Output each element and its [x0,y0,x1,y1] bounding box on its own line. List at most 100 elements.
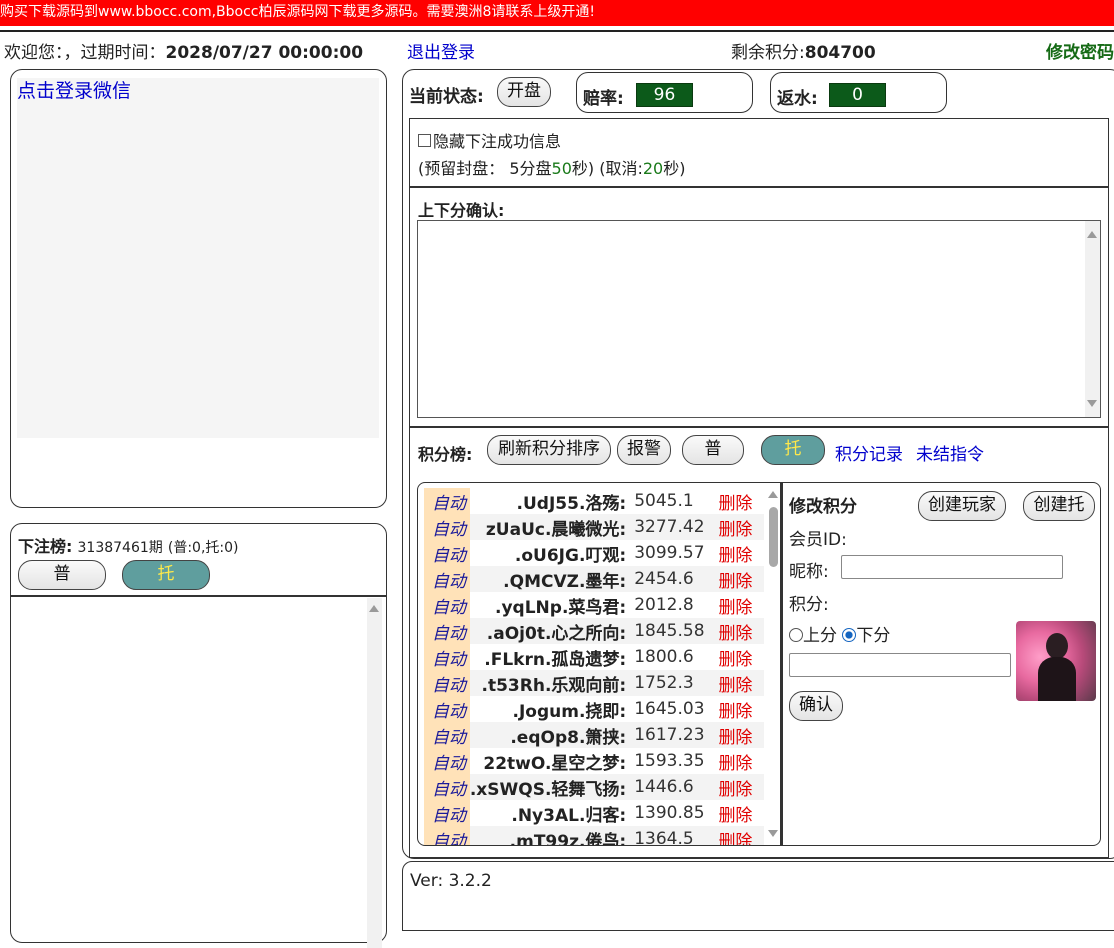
change-password-link[interactable]: 修改密码 [1046,38,1114,63]
logout-link[interactable]: 退出登录 [407,38,475,63]
up-down-options: 上分 下分 [789,621,890,646]
row-delete-link[interactable]: 删除 [718,566,764,592]
alarm-button[interactable]: 报警 [617,435,671,465]
row-mode[interactable]: 自动 [424,800,470,826]
row-player-name: .QMCVZ.墨年: [469,566,627,592]
member-id-label: 会员ID: [789,530,847,550]
up-radio[interactable] [789,628,803,642]
row-mode[interactable]: 自动 [424,618,470,644]
points-record-link[interactable]: 积分记录 [835,440,903,465]
row-player-name: .Ny3AL.归客: [511,805,627,826]
down-radio[interactable] [842,628,857,642]
bets-scrollbar[interactable] [367,598,382,948]
row-player-name: .FLkrn.孤岛遗梦: [484,649,627,670]
bets-normal-button[interactable]: 普 [18,560,106,590]
row-mode[interactable]: 自动 [424,592,470,618]
row-player-name: zUaUc.晨曦微光: [469,514,627,540]
options-divider [409,186,1109,188]
scroll-up-icon[interactable] [1087,231,1097,238]
odds-value[interactable]: 96 [636,83,696,107]
row-player-name: .eqOp8.箫挟: [469,722,627,748]
row-mode[interactable]: 自动 [424,748,470,774]
scroll-down-icon[interactable] [1087,400,1097,407]
version-panel: Ver: 3.2.2 [402,861,1114,931]
row-mode[interactable]: 自动 [424,696,470,722]
row-player-name: .yqLNp.菜鸟君: [495,597,627,618]
points-label: 积分: [789,595,829,615]
row-mode[interactable]: 自动 [424,774,470,800]
row-delete-link[interactable]: 删除 [718,722,764,748]
status-label: 当前状态: [409,87,484,107]
pending-orders-link[interactable]: 未结指令 [916,440,984,465]
rebate-label: 返水: [777,89,818,109]
table-row: 自动 .eqOp8.箫挟: 1617.23 删除 [424,722,764,748]
row-mode[interactable]: 自动 [424,826,470,845]
row-delete-link[interactable]: 删除 [718,618,764,644]
points-input[interactable] [789,653,1011,677]
confirm-scrollbar[interactable] [1085,221,1100,417]
row-delete-link[interactable]: 删除 [718,644,764,670]
reserve-mid: 5分盘 [509,159,552,178]
cancel-seconds: 20 [642,159,664,178]
row-mode[interactable]: 自动 [424,566,470,592]
row-delete-link[interactable]: 删除 [718,592,764,618]
row-mode[interactable]: 自动 [424,514,470,540]
row-mode[interactable]: 自动 [424,488,470,514]
table-row: 自动 .FLkrn.孤岛遗梦: 1800.6 删除 [424,644,764,670]
row-delete-link[interactable]: 删除 [718,488,764,514]
ranking-scrollbar[interactable] [766,483,780,845]
row-delete-link[interactable]: 删除 [718,826,764,845]
row-mode[interactable]: 自动 [424,722,470,748]
row-score: 1845.58 [626,618,719,644]
scroll-down-icon[interactable] [768,830,778,837]
scroll-thumb[interactable] [769,507,778,567]
down-label: 下分 [856,626,891,646]
wechat-login-link[interactable]: 点击登录微信 [17,76,131,103]
create-tuo-button[interactable]: 创建托 [1023,491,1095,521]
refresh-ranking-button[interactable]: 刷新积分排序 [487,435,611,465]
rebate-value[interactable]: 0 [829,83,889,107]
open-market-button[interactable]: 开盘 [497,77,551,107]
ranking-list: 自动 .UdJ55.洛殇: 5045.1 删除 自动 zUaUc.晨曦微光: 3277.42… [417,482,781,846]
hide-success-option[interactable]: 隐藏下注成功信息 [418,128,561,152]
wechat-qr-area [17,78,379,438]
row-score: 1800.6 [634,647,694,667]
row-mode[interactable]: 自动 [424,670,470,696]
hide-success-checkbox[interactable] [418,134,431,147]
ranking-normal-button[interactable]: 普 [682,435,744,465]
odds-label: 赔率: [583,89,624,109]
welcome-label: 欢迎您： [4,43,64,63]
table-row: 自动 22twO.星空之梦: 1593.35 删除 [424,748,764,774]
confirm-divider [409,426,1109,428]
row-delete-link[interactable]: 删除 [718,696,764,722]
ranking-tuo-button[interactable]: 托 [761,435,825,465]
row-mode[interactable]: 自动 [424,540,470,566]
row-mode[interactable]: 自动 [424,644,470,670]
cancel-unit: 秒) [663,159,686,178]
table-row: 自动 .aOj0t.心之所向: 1845.58 删除 [424,618,764,644]
row-delete-link[interactable]: 删除 [718,514,764,540]
row-delete-link[interactable]: 删除 [718,800,764,826]
bets-divider [11,595,386,597]
row-delete-link[interactable]: 删除 [718,540,764,566]
confirm-button[interactable]: 确认 [789,691,843,721]
row-delete-link[interactable]: 删除 [718,774,764,800]
row-score: 3099.57 [634,543,705,563]
scroll-up-icon[interactable] [369,605,379,612]
bets-tuo-button[interactable]: 托 [122,560,210,590]
points-label: 剩余积分: [731,43,805,63]
scroll-up-icon[interactable] [768,491,778,498]
odds-box: 赔率: 96 [576,72,753,113]
row-score: 1364.5 [626,826,719,845]
reserve-info: (预留封盘： 5分盘50秒) (取消:20秒) [418,155,685,179]
confirm-textarea[interactable] [417,220,1101,418]
create-player-button[interactable]: 创建玩家 [918,491,1006,521]
row-score: 1593.35 [634,751,705,771]
row-delete-link[interactable]: 删除 [718,670,764,696]
row-delete-link[interactable]: 删除 [718,748,764,774]
nickname-input[interactable] [841,555,1063,579]
points-value: 804700 [804,43,876,63]
table-row: 自动 .mT99z.倦鸟: 1364.5 删除 [424,826,764,845]
hide-success-label: 隐藏下注成功信息 [433,132,562,151]
expire-label: ，过期时间： [63,43,166,63]
